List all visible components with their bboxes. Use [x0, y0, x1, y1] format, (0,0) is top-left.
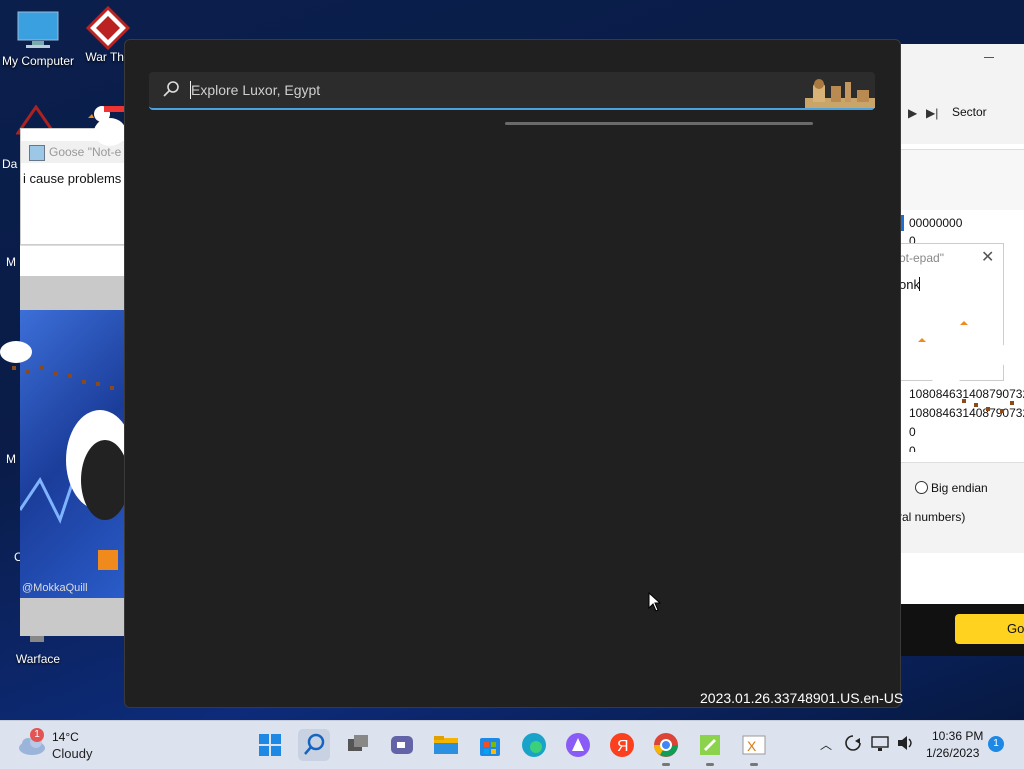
go-button[interactable]: Go [955, 614, 1024, 644]
svg-text:Я: Я [617, 738, 629, 755]
edge-button[interactable] [518, 729, 550, 761]
task-view-button[interactable] [342, 729, 374, 761]
luxor-egypt-illustration-icon [805, 72, 875, 108]
svg-text:X: X [747, 738, 757, 754]
meme-watermark: @MokkaQuill [22, 582, 88, 594]
running-indicator [750, 763, 758, 766]
chrome-icon [654, 733, 678, 757]
desktop-icon-my-computer[interactable]: My Computer [0, 10, 76, 68]
notepad-strip [20, 245, 128, 276]
play-icon[interactable]: ▶ [908, 106, 917, 120]
muddy-footprints-right [960, 395, 1020, 415]
editor-toolbar [898, 44, 1024, 144]
options-panel [898, 462, 1024, 553]
chat-button[interactable] [386, 729, 418, 761]
text-cursor [919, 277, 920, 291]
weather-widget[interactable]: 1 14°C Cloudy [18, 727, 118, 763]
go-button-label: Go [1007, 621, 1024, 636]
desktop-label-m1: M [6, 255, 16, 269]
goose-right-2[interactable] [960, 315, 1014, 375]
weather-badge: 1 [30, 728, 44, 742]
taskbar: 1 14°C Cloudy Я X ︿ 10:36 PM 1/26/2023 1 [0, 720, 1024, 769]
yandex-icon: Я [610, 733, 634, 757]
search-panel[interactable]: Explore Luxor, Egypt 2023.01.26.33748901… [124, 39, 904, 708]
notepad-goose-button[interactable] [694, 729, 726, 766]
close-icon[interactable]: ✕ [981, 247, 994, 267]
running-indicator [662, 763, 670, 766]
notepad-title-right: ot-epad" [899, 251, 944, 265]
file-explorer-button[interactable] [430, 729, 462, 761]
notepad-text[interactable]: i cause problems [23, 171, 121, 186]
windows-icon [259, 734, 281, 756]
notepad-text-right[interactable]: onk [899, 277, 920, 292]
alice-button[interactable] [562, 729, 594, 761]
sector-label: Sector [952, 105, 987, 119]
alice-icon [566, 733, 590, 757]
general-numbers-label: ral numbers) [898, 510, 966, 524]
desktop-icon-label: Warface [15, 652, 61, 666]
weather-temp: 14°C [52, 730, 79, 744]
goose-left-top[interactable] [88, 104, 128, 148]
desktop-icon-label: My Computer [1, 54, 75, 68]
value-row[interactable]: 0 [909, 444, 916, 452]
running-indicator [706, 763, 714, 766]
minimize-icon[interactable] [984, 57, 994, 58]
volume-icon[interactable] [896, 734, 916, 757]
editor-panel [898, 149, 1024, 210]
task-view-icon [348, 735, 368, 751]
value-row[interactable]: 0 [909, 425, 916, 439]
store-button[interactable] [474, 729, 506, 761]
build-version: 2023.01.26.33748901.US.en-US [700, 690, 904, 706]
weather-desc: Cloudy [52, 746, 93, 761]
clock-date[interactable]: 1/26/2023 [926, 746, 979, 760]
start-button[interactable] [254, 729, 286, 761]
chat-icon [391, 736, 413, 754]
sync-icon[interactable] [844, 734, 862, 757]
monitor-icon [16, 10, 60, 50]
search-taskbar-button[interactable] [298, 729, 330, 761]
show-hidden-icons-chevron-up-icon[interactable]: ︿ [820, 736, 832, 753]
clock-time[interactable]: 10:36 PM [932, 729, 983, 743]
skip-end-icon[interactable]: ▶| [926, 106, 938, 120]
network-icon[interactable] [870, 734, 890, 757]
muddy-footprints-left [10, 360, 120, 400]
app-icon: X [742, 735, 766, 755]
chrome-button[interactable] [650, 729, 682, 766]
war-thunder-icon [85, 5, 131, 51]
big-endian-label: Big endian [931, 481, 988, 495]
desktop-label-m2: M [6, 452, 16, 466]
desktop-label-da: Da [2, 157, 18, 171]
hex-value[interactable]: 00000000 [909, 216, 962, 230]
edge-icon [522, 733, 546, 757]
notepad-icon [29, 145, 45, 161]
search-placeholder: Explore Luxor, Egypt [191, 82, 321, 98]
big-endian-radio[interactable] [915, 481, 928, 494]
folder-icon [434, 736, 458, 754]
search-box[interactable]: Explore Luxor, Egypt [149, 72, 875, 110]
mouse-cursor-icon [648, 591, 662, 617]
notepad-icon [700, 735, 720, 755]
yandex-button[interactable]: Я [606, 729, 638, 761]
loading-progress-bar [505, 122, 813, 125]
notification-badge[interactable]: 1 [988, 736, 1004, 752]
store-icon [480, 738, 500, 756]
app-button[interactable]: X [738, 729, 770, 766]
search-icon [304, 733, 325, 755]
search-icon [163, 81, 179, 102]
